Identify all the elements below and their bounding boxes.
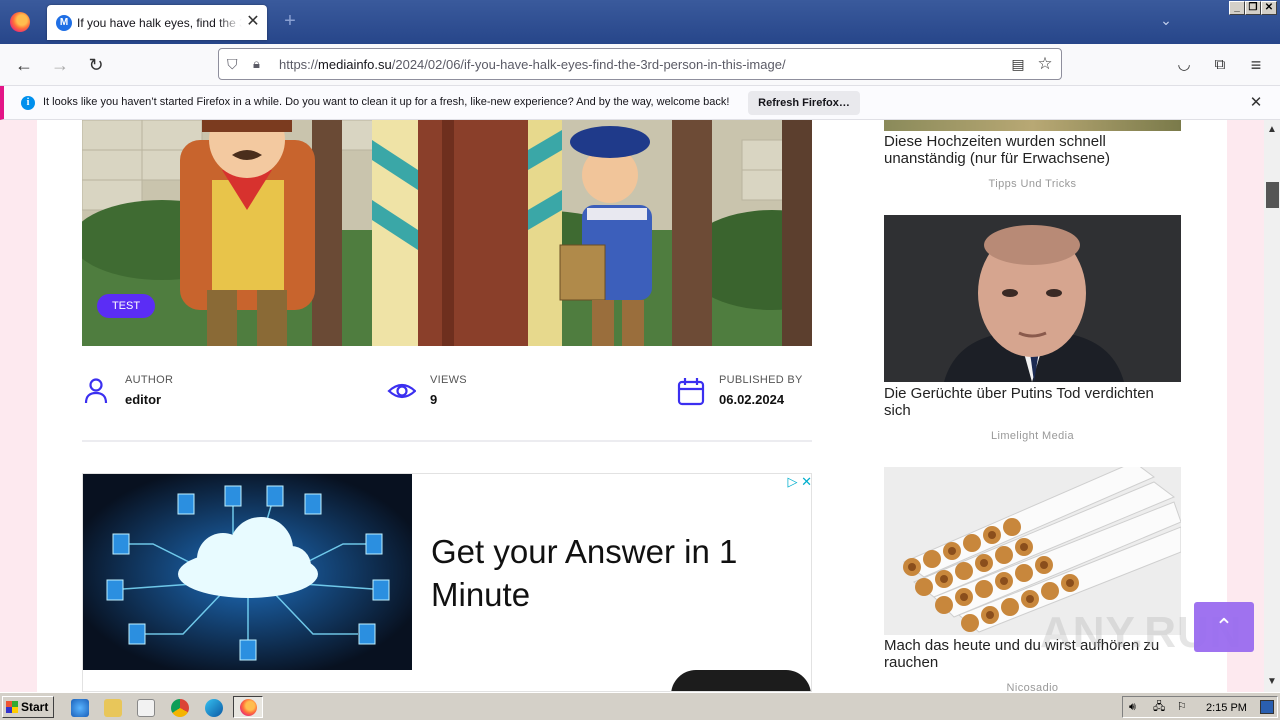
sidebar-card-source[interactable]: Nicosadio [884, 682, 1181, 692]
restore-window-button[interactable]: ❐ [1245, 1, 1261, 15]
sidebar-card-image[interactable] [884, 215, 1181, 382]
media-player-icon[interactable] [137, 699, 155, 717]
refresh-firefox-button[interactable]: Refresh Firefox… [748, 91, 860, 115]
scroll-to-top-button[interactable]: ⌃ [1194, 602, 1254, 652]
reader-view-icon[interactable]: ▤ [1009, 55, 1027, 73]
forward-arrow-icon[interactable]: → [48, 54, 72, 76]
tab-favicon-icon: M [56, 15, 72, 31]
notification-message: It looks like you haven’t started Firefo… [43, 96, 730, 108]
portrait-image [884, 215, 1181, 382]
url-bar[interactable]: ⛉ 🔒︎ https://mediainfo.su/2024/02/06/if-… [218, 48, 1062, 80]
ad-cta-button[interactable] [671, 670, 811, 691]
category-badge[interactable]: TEST [97, 294, 155, 318]
minimize-window-button[interactable]: _ [1229, 1, 1245, 15]
firefox-icon [240, 699, 257, 716]
refresh-firefox-notification: i It looks like you haven’t started Fire… [0, 86, 1280, 120]
scrollbar-thumb[interactable] [1266, 182, 1279, 208]
windows-flag-icon [6, 701, 18, 713]
sidebar-card-image[interactable] [884, 120, 1181, 131]
meta-divider [82, 440, 812, 442]
new-tab-icon[interactable]: + [280, 10, 300, 32]
volume-icon[interactable]: 🔊︎ [1129, 700, 1145, 714]
show-desktop-icon[interactable] [1260, 700, 1274, 714]
scroll-down-arrow-icon[interactable]: ▼ [1264, 676, 1280, 690]
edge-icon[interactable] [205, 699, 223, 717]
browser-titlebar: M If you have halk eyes, find the 3rd pe… [0, 0, 1280, 44]
cloud-network-illustration [83, 474, 412, 670]
views-label: VIEWS [430, 374, 467, 386]
tab-close-icon[interactable]: ✕ [244, 13, 262, 31]
pocket-icon[interactable]: ◡ [1172, 54, 1196, 76]
published-meta: PUBLISHED BY 06.02.2024 [677, 372, 817, 412]
file-explorer-icon[interactable] [104, 699, 122, 717]
firefox-logo-icon[interactable] [10, 12, 30, 32]
author-label: AUTHOR [125, 374, 174, 386]
sidebar-card-source[interactable]: Limelight Media [884, 430, 1181, 442]
action-center-flag-icon[interactable]: ⚐ [1177, 700, 1193, 714]
taskbar-firefox-active[interactable] [233, 696, 263, 718]
start-label: Start [21, 700, 49, 714]
adchoices-icon[interactable]: ▷ ✕ [780, 474, 811, 490]
views-meta: VIEWS 9 [386, 372, 586, 412]
close-window-button[interactable]: ✕ [1261, 1, 1277, 15]
taskbar-clock[interactable]: 2:15 PM [1206, 702, 1256, 716]
advertisement-block[interactable]: ▷ ✕ Get your Answer in 1 Minute [82, 473, 812, 692]
reload-icon[interactable]: ↻ [84, 54, 108, 76]
ad-cloud-image[interactable] [83, 474, 412, 670]
network-icon[interactable]: 🖧 [1153, 700, 1169, 714]
internet-explorer-icon[interactable] [71, 699, 89, 717]
sidebar-card-title[interactable]: Diese Hochzeiten wurden schnell unanstän… [884, 133, 1184, 167]
hamburger-menu-icon[interactable]: ≡ [1244, 54, 1268, 76]
bookmark-star-icon[interactable]: ☆ [1035, 54, 1055, 74]
views-value: 9 [430, 392, 438, 407]
eye-icon [387, 383, 416, 399]
published-value: 06.02.2024 [719, 392, 785, 407]
navigation-toolbar: ← → ↻ ⛉ 🔒︎ https://mediainfo.su/2024/02/… [0, 44, 1280, 86]
notification-close-icon[interactable]: ✕ [1248, 94, 1264, 112]
list-all-tabs-icon[interactable]: ⌄ [1157, 12, 1175, 30]
url-text[interactable]: https://mediainfo.su/2024/02/06/if-you-h… [279, 57, 979, 73]
tab-title: If you have halk eyes, find the 3rd pers… [77, 16, 242, 30]
lock-icon[interactable]: 🔒︎ [253, 55, 269, 73]
sidebar-card-source[interactable]: Tipps Und Tricks [884, 178, 1181, 190]
tracking-protection-shield-icon[interactable]: ⛉ [227, 55, 243, 73]
ad-headline[interactable]: Get your Answer in 1 Minute [431, 530, 791, 620]
info-icon: i [21, 96, 35, 110]
hero-illustration [82, 120, 812, 346]
vertical-scrollbar[interactable]: ▲ ▼ [1264, 120, 1280, 692]
author-meta: AUTHOR editor [82, 372, 282, 412]
sidebar-card-title[interactable]: Die Gerüchte über Putins Tod verdichten … [884, 385, 1184, 419]
back-arrow-icon[interactable]: ← [12, 54, 36, 76]
windows-taskbar: Start 🔊︎ 🖧 ⚐ 2:15 PM [0, 692, 1280, 720]
scroll-up-arrow-icon[interactable]: ▲ [1264, 124, 1280, 138]
calendar-icon [677, 378, 705, 406]
extensions-puzzle-icon[interactable]: ⧉ [1208, 54, 1232, 76]
article-hero-image[interactable] [82, 120, 812, 346]
start-button[interactable]: Start [2, 696, 54, 718]
tab-active[interactable]: M If you have halk eyes, find the 3rd pe… [47, 5, 267, 40]
published-label: PUBLISHED BY [719, 374, 803, 386]
user-icon [84, 378, 108, 404]
author-value[interactable]: editor [125, 392, 161, 410]
chrome-icon[interactable] [171, 699, 189, 717]
